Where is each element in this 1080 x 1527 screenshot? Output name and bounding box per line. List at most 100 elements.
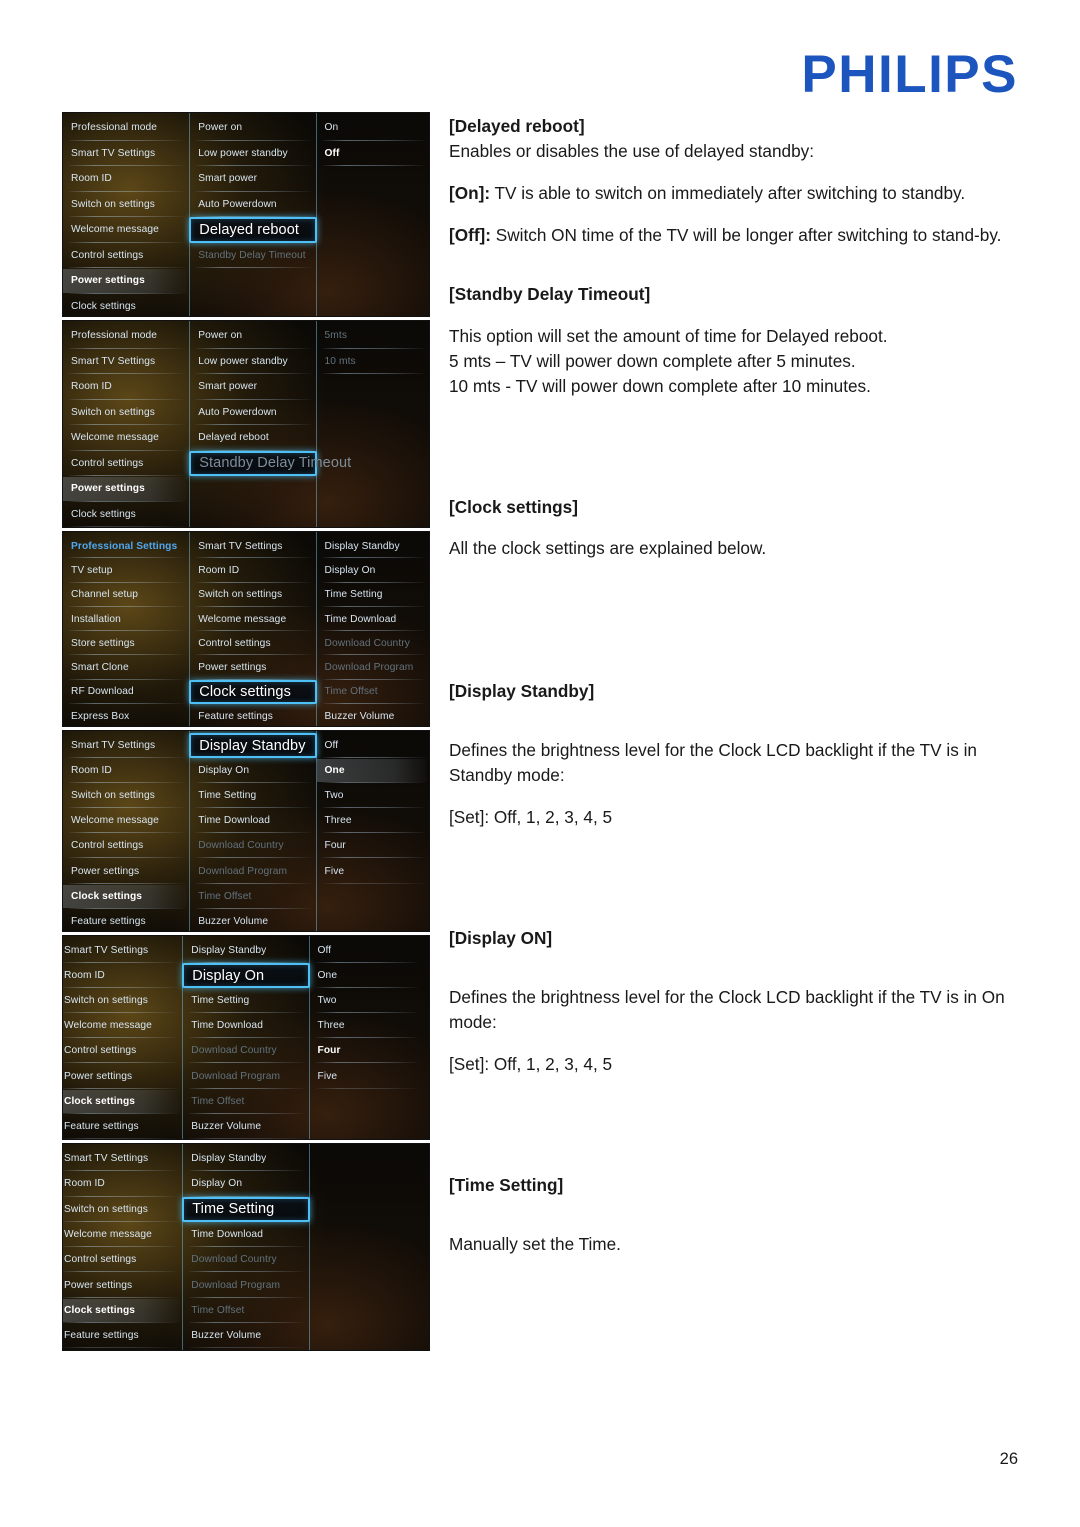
menu-item[interactable]: Power settings xyxy=(190,655,315,681)
menu-item[interactable]: Smart TV Settings xyxy=(63,349,189,375)
menu-item[interactable]: Time Offset xyxy=(183,1089,308,1114)
menu-item[interactable]: Four xyxy=(317,833,429,859)
menu-item[interactable]: Welcome message xyxy=(63,808,189,834)
menu-item[interactable]: Feature settings xyxy=(190,704,315,726)
menu-item[interactable]: Switch on settings xyxy=(190,583,315,608)
menu-item[interactable]: Switch on settings xyxy=(63,400,189,426)
menu-item[interactable]: Control settings xyxy=(63,1247,182,1273)
menu-item-selected[interactable]: Display On xyxy=(182,963,310,989)
menu-item[interactable]: Download Program xyxy=(183,1272,308,1299)
menu-item[interactable]: Power on xyxy=(190,323,315,349)
menu-item[interactable]: Professional mode xyxy=(63,115,189,141)
menu-item[interactable]: Control settings xyxy=(63,243,189,269)
menu-item[interactable]: Buzzer Volume xyxy=(183,1323,308,1349)
menu-item[interactable]: One xyxy=(310,963,422,989)
menu-item[interactable]: Store settings xyxy=(63,631,189,656)
menu-item[interactable]: Smart TV Settings xyxy=(63,141,189,167)
menu-item[interactable]: Five xyxy=(317,858,429,884)
menu-item[interactable]: Download Country xyxy=(183,1038,308,1064)
menu-item[interactable]: Three xyxy=(310,1013,422,1039)
menu-item[interactable]: Switch on settings xyxy=(63,988,182,1014)
menu-item[interactable]: Power settings xyxy=(63,1063,182,1089)
menu-item[interactable]: Installation xyxy=(63,607,189,632)
menu-item[interactable]: RF Download xyxy=(63,680,189,705)
menu-item[interactable]: On xyxy=(317,115,429,141)
menu-item[interactable]: Time Download xyxy=(183,1013,308,1039)
menu-item[interactable]: Switch on settings xyxy=(63,192,189,218)
menu-item[interactable]: Time Offset xyxy=(190,884,315,909)
menu-item[interactable]: Download Program xyxy=(183,1063,308,1089)
menu-item[interactable]: Room ID xyxy=(63,166,189,192)
menu-item[interactable]: Time Setting xyxy=(317,583,429,608)
menu-item[interactable]: Smart TV Settings xyxy=(63,733,189,759)
menu-item[interactable]: Clock settings xyxy=(63,1298,182,1324)
menu-item[interactable]: TV setup xyxy=(63,558,189,583)
menu-item[interactable]: Display Standby xyxy=(183,938,308,964)
menu-item[interactable]: Standby Delay Timeout xyxy=(190,243,315,269)
menu-item[interactable]: Feature settings xyxy=(63,1323,182,1349)
menu-item[interactable]: Time Offset xyxy=(317,680,429,705)
menu-item-selected[interactable]: Clock settings xyxy=(189,679,317,705)
menu-item[interactable]: Display On xyxy=(317,558,429,583)
menu-item[interactable]: Time Download xyxy=(190,808,315,834)
menu-item[interactable]: Download Program xyxy=(190,858,315,884)
menu-item-selected[interactable]: Display Standby xyxy=(189,733,317,759)
menu-item[interactable]: One xyxy=(316,758,429,784)
menu-item[interactable]: Control settings xyxy=(63,833,189,859)
menu-item[interactable]: Buzzer Volume xyxy=(317,704,429,726)
menu-item[interactable]: Switch on settings xyxy=(63,1197,182,1223)
menu-item[interactable]: Control settings xyxy=(63,1038,182,1064)
menu-item[interactable]: Smart Clone xyxy=(63,655,189,681)
menu-item[interactable]: Buzzer Volume xyxy=(190,909,315,931)
menu-item[interactable]: Display On xyxy=(183,1171,308,1197)
menu-item[interactable]: Express Box xyxy=(63,704,189,726)
menu-item[interactable]: Room ID xyxy=(63,1171,182,1197)
menu-item[interactable]: Channel setup xyxy=(63,583,189,608)
menu-item[interactable]: Power settings xyxy=(63,1272,182,1299)
menu-item-selected[interactable]: Delayed reboot xyxy=(189,217,317,243)
menu-item[interactable]: Download Program xyxy=(317,655,429,681)
menu-item[interactable]: Low power standby xyxy=(190,141,315,167)
menu-item[interactable]: Display Standby xyxy=(183,1146,308,1172)
menu-item[interactable]: Auto Powerdown xyxy=(190,192,315,218)
menu-item-selected[interactable]: Time Setting xyxy=(182,1196,310,1223)
menu-item[interactable]: Clock settings xyxy=(63,884,189,909)
menu-item[interactable]: Room ID xyxy=(63,963,182,989)
menu-item[interactable]: Clock settings xyxy=(63,502,189,528)
menu-item[interactable]: Smart power xyxy=(190,166,315,192)
menu-item[interactable]: Download Country xyxy=(190,833,315,859)
menu-item[interactable]: Power settings xyxy=(63,268,189,294)
menu-item[interactable]: Off xyxy=(317,141,429,167)
menu-item[interactable]: Power settings xyxy=(63,476,189,502)
menu-item-selected[interactable]: Standby Delay Timeout xyxy=(189,450,351,477)
menu-item[interactable]: Smart TV Settings xyxy=(63,1146,182,1172)
menu-item[interactable]: Feature settings xyxy=(63,909,189,931)
menu-item[interactable]: Low power standby xyxy=(190,349,315,375)
menu-item[interactable]: Smart power xyxy=(190,374,315,400)
menu-item[interactable]: Off xyxy=(310,938,422,964)
menu-item[interactable]: Smart TV Settings xyxy=(190,534,315,559)
menu-item[interactable]: Welcome message xyxy=(63,1222,182,1248)
menu-item[interactable]: Switch on settings xyxy=(63,783,189,809)
menu-item[interactable]: Room ID xyxy=(190,558,315,583)
menu-item[interactable]: Welcome message xyxy=(63,217,189,243)
menu-item[interactable]: Welcome message xyxy=(63,425,189,451)
menu-item[interactable]: Time Setting xyxy=(183,988,308,1014)
menu-item[interactable]: Professional Settings xyxy=(63,534,189,559)
menu-item[interactable]: Four xyxy=(310,1038,422,1064)
menu-item[interactable]: Welcome message xyxy=(190,607,315,632)
menu-item[interactable]: Room ID xyxy=(63,374,189,400)
menu-item[interactable]: Control settings xyxy=(190,631,315,656)
menu-item[interactable]: Delayed reboot xyxy=(190,425,315,451)
menu-item[interactable]: Control settings xyxy=(63,451,189,477)
menu-item[interactable]: Time Setting xyxy=(190,783,315,809)
menu-item[interactable]: Professional mode xyxy=(63,323,189,349)
menu-item[interactable]: Power settings xyxy=(63,858,189,884)
menu-item[interactable]: Clock settings xyxy=(63,294,189,317)
menu-item[interactable]: Clock settings xyxy=(63,1089,182,1114)
menu-item[interactable]: Feature settings xyxy=(63,1114,182,1139)
menu-item[interactable]: Time Download xyxy=(183,1222,308,1248)
menu-item[interactable]: Five xyxy=(310,1063,422,1089)
menu-item[interactable]: Display Standby xyxy=(317,534,429,559)
menu-item[interactable]: Display On xyxy=(190,758,315,784)
